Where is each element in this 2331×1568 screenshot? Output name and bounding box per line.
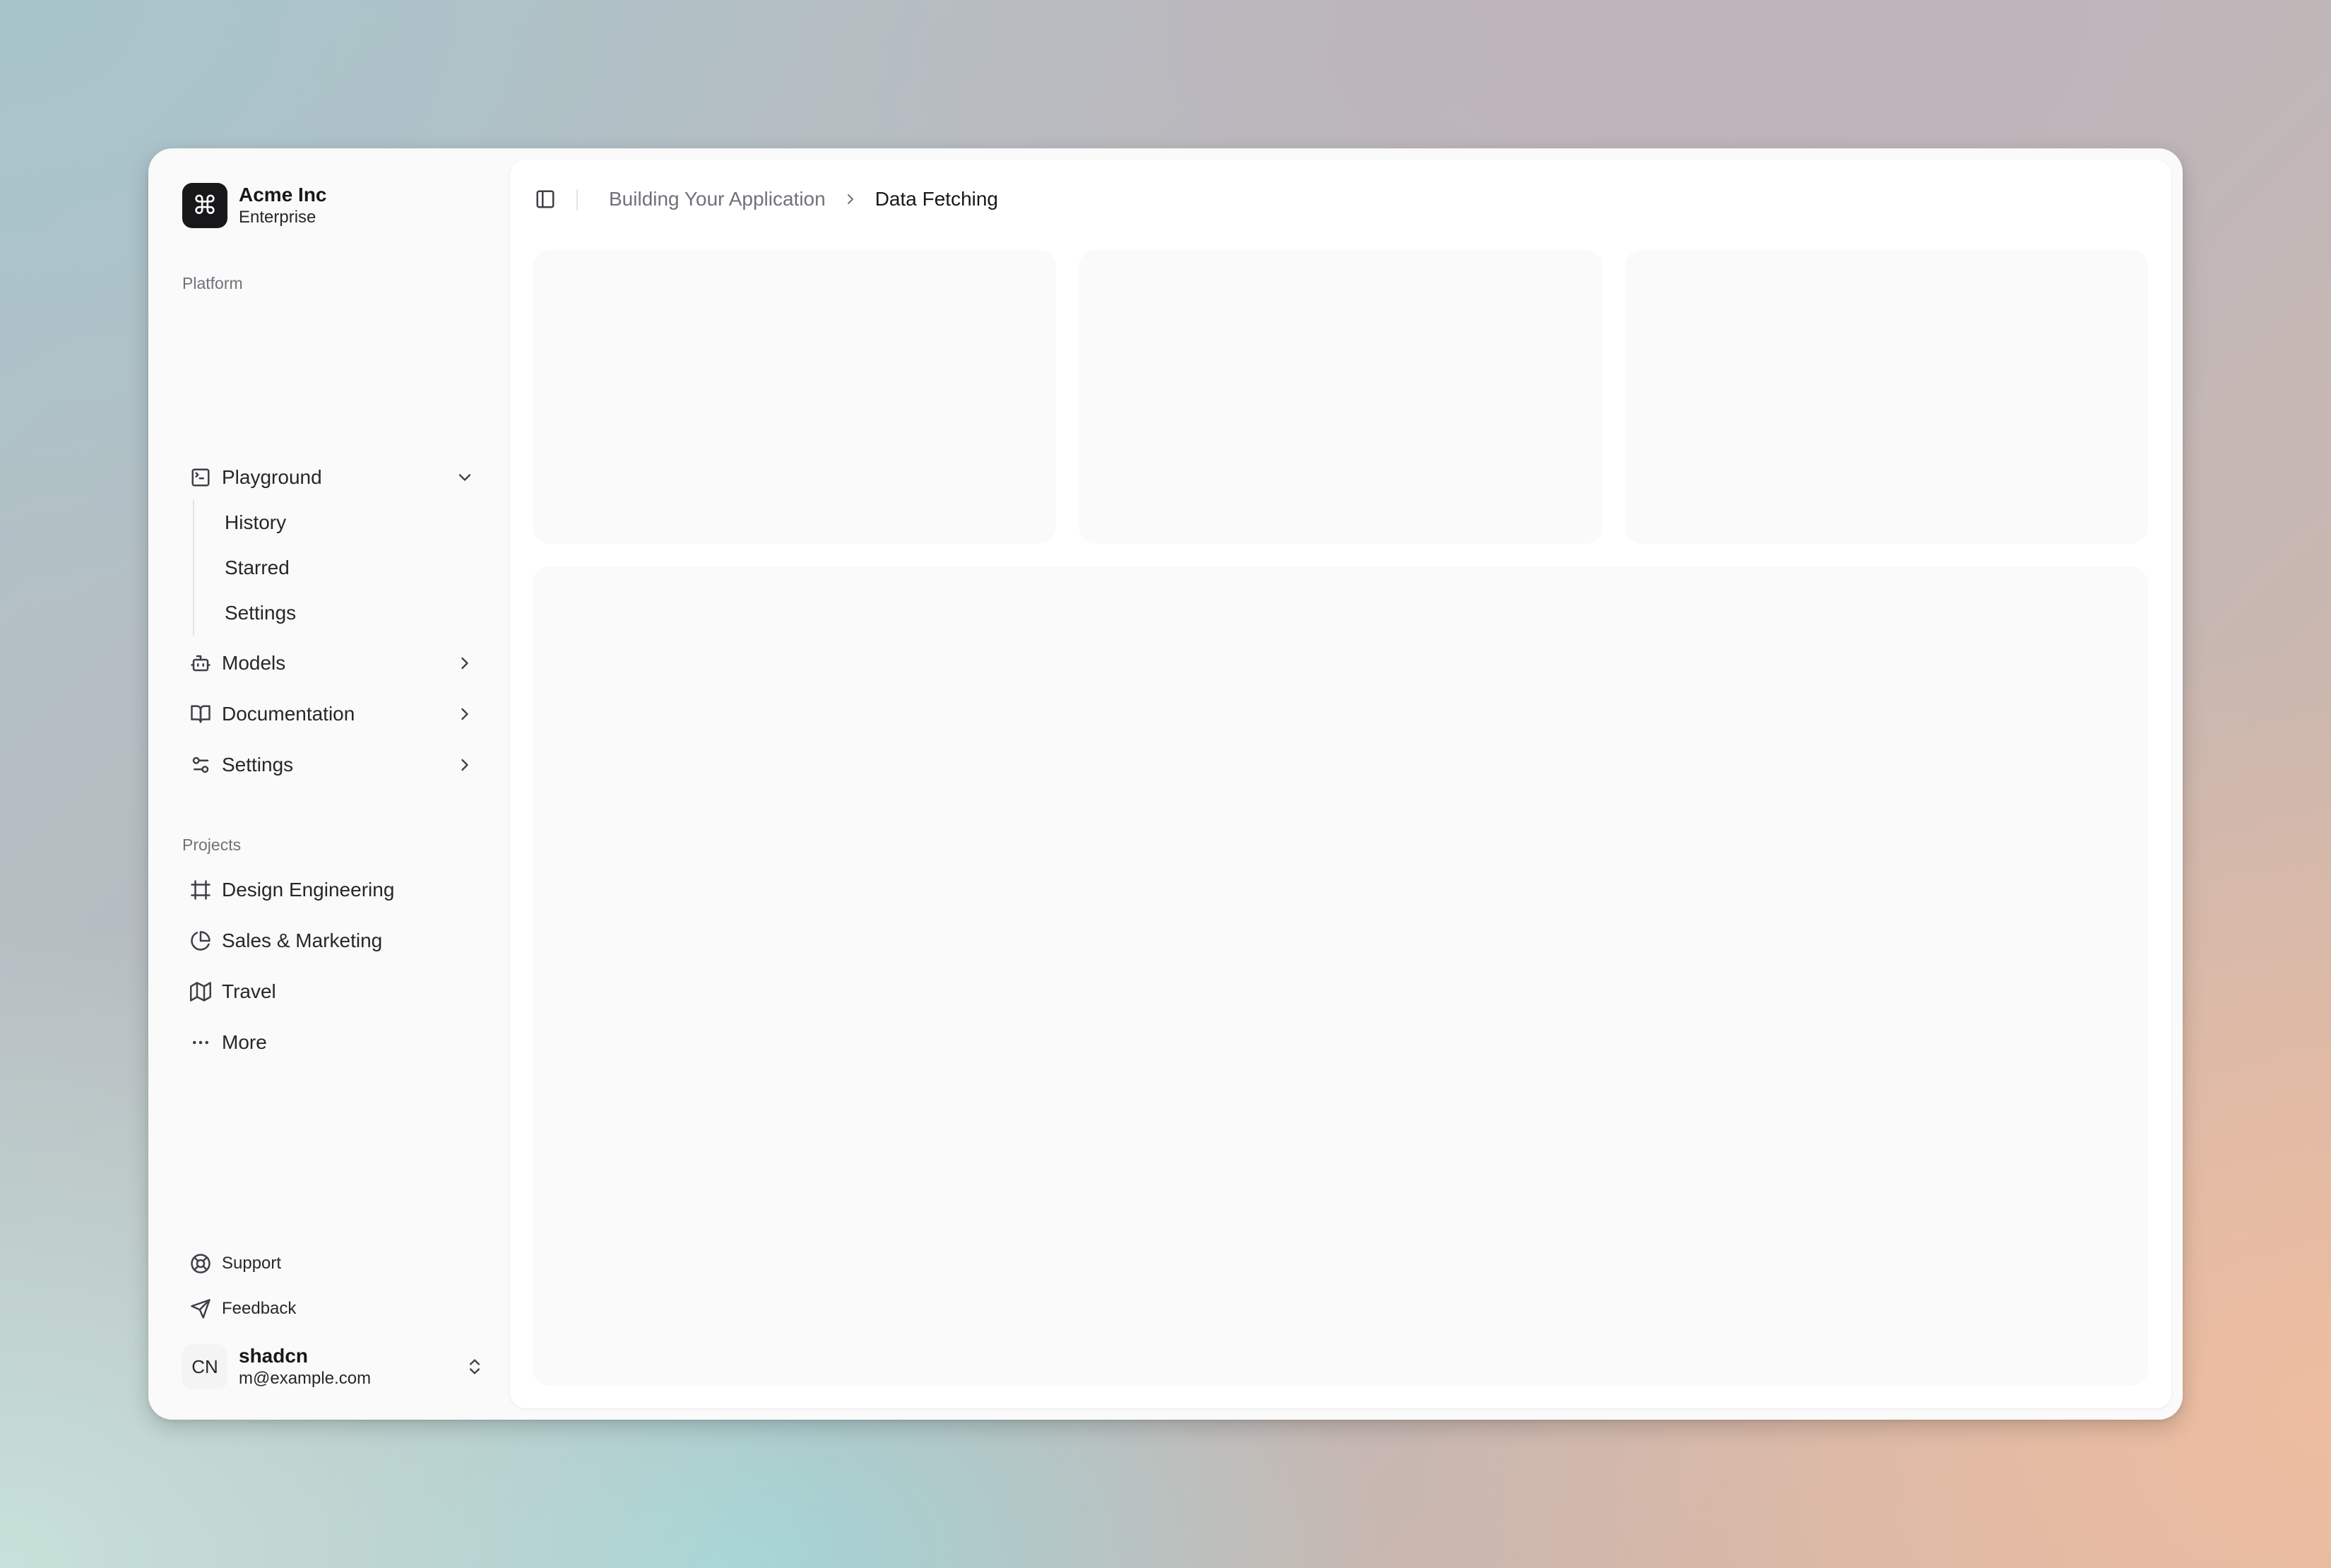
- chevron-right-icon: [453, 754, 476, 776]
- chevron-right-icon: [840, 189, 861, 210]
- project-item-more[interactable]: More: [177, 1021, 490, 1064]
- submenu-item-history[interactable]: History: [212, 503, 480, 542]
- submenu-guide-line: [193, 499, 194, 636]
- placeholder-card: [1625, 250, 2148, 544]
- project-item-label: More: [222, 1031, 267, 1053]
- project-item-sales-marketing[interactable]: Sales & Marketing: [177, 919, 490, 963]
- book-open-icon: [189, 703, 212, 725]
- project-item-design-engineering[interactable]: Design Engineering: [177, 868, 490, 912]
- sidebar-item-label: Documentation: [222, 703, 355, 725]
- app-window: ⌘ Acme Inc Enterprise Platform Playgroun…: [148, 148, 2183, 1420]
- team-info: Acme Inc Enterprise: [239, 184, 327, 227]
- sidebar-item-playground[interactable]: Playground: [177, 456, 490, 499]
- sidebar-toggle-button[interactable]: [533, 186, 558, 212]
- sidebar-item-label: Support: [222, 1254, 282, 1273]
- terminal-icon: [189, 466, 212, 489]
- header-divider: [576, 189, 578, 210]
- sidebar-item-feedback[interactable]: Feedback: [177, 1287, 490, 1331]
- user-email: m@example.com: [239, 1369, 372, 1389]
- panel-left-icon: [535, 189, 556, 210]
- project-item-label: Sales & Marketing: [222, 929, 383, 951]
- sidebar-item-label: Playground: [222, 466, 322, 488]
- team-plan: Enterprise: [239, 208, 316, 227]
- sidebar: ⌘ Acme Inc Enterprise Platform Playgroun…: [148, 148, 510, 1420]
- group-label-platform: Platform: [182, 274, 243, 292]
- placeholder-content-area: [533, 566, 2148, 1386]
- user-name: shadcn: [239, 1345, 309, 1367]
- avatar: CN: [182, 1344, 227, 1389]
- pie-chart-icon: [189, 929, 212, 952]
- team-switcher[interactable]: ⌘ Acme Inc Enterprise: [182, 182, 327, 229]
- placeholder-card: [1079, 250, 1602, 544]
- user-info: shadcn m@example.com: [239, 1345, 371, 1389]
- chevrons-up-down-icon: [463, 1355, 486, 1378]
- sidebar-item-documentation[interactable]: Documentation: [177, 692, 490, 736]
- placeholder-card: [533, 250, 1056, 544]
- settings-sliders-icon: [189, 754, 212, 776]
- send-icon: [189, 1297, 212, 1320]
- sidebar-item-support[interactable]: Support: [177, 1242, 490, 1285]
- breadcrumb: Building Your Application Data Fetching: [609, 186, 998, 212]
- sidebar-item-settings[interactable]: Settings: [177, 743, 490, 787]
- sidebar-item-label: Feedback: [222, 1299, 297, 1318]
- bot-icon: [189, 652, 212, 675]
- sidebar-item-label: Models: [222, 652, 286, 674]
- breadcrumb-link[interactable]: Building Your Application: [609, 188, 826, 210]
- life-buoy-icon: [189, 1252, 212, 1275]
- group-label-projects: Projects: [182, 836, 242, 854]
- chevron-right-icon: [453, 652, 476, 675]
- chevron-right-icon: [453, 703, 476, 725]
- more-horizontal-icon: [189, 1031, 212, 1054]
- chevron-down-icon: [453, 466, 476, 489]
- submenu-item-settings[interactable]: Settings: [212, 593, 480, 633]
- map-icon: [189, 980, 212, 1003]
- main-content: Building Your Application Data Fetching: [510, 160, 2171, 1408]
- page-header: Building Your Application Data Fetching: [510, 160, 2171, 227]
- frame-icon: [189, 879, 212, 901]
- project-item-label: Design Engineering: [222, 879, 395, 901]
- breadcrumb-current-page: Data Fetching: [874, 188, 999, 210]
- project-item-label: Travel: [222, 980, 276, 1002]
- team-name: Acme Inc: [239, 184, 327, 206]
- submenu-item-starred[interactable]: Starred: [212, 548, 480, 588]
- user-menu[interactable]: CN shadcn m@example.com: [182, 1342, 493, 1391]
- project-item-travel[interactable]: Travel: [177, 970, 490, 1014]
- command-icon: ⌘: [182, 183, 227, 228]
- sidebar-item-models[interactable]: Models: [177, 641, 490, 685]
- sidebar-item-label: Settings: [222, 754, 294, 776]
